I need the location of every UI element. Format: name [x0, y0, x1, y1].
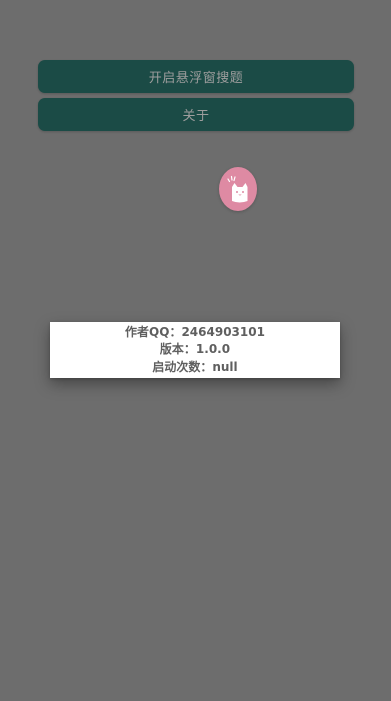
author-qq-text: 作者QQ：2464903101: [125, 324, 265, 339]
version-text: 版本：1.0.0: [159, 342, 231, 357]
cat-icon: [227, 175, 248, 203]
launch-count-text: 启动次数：null: [152, 359, 238, 374]
app-screen: 开启悬浮窗搜题 关于 作者QQ：2464903101 版本：1.0.0 启动次数…: [0, 0, 391, 701]
about-button[interactable]: 关于: [38, 98, 354, 131]
open-floating-window-button[interactable]: 开启悬浮窗搜题: [38, 60, 354, 93]
floating-ball[interactable]: [219, 167, 257, 211]
about-dialog: 作者QQ：2464903101 版本：1.0.0 启动次数：null: [50, 322, 340, 378]
